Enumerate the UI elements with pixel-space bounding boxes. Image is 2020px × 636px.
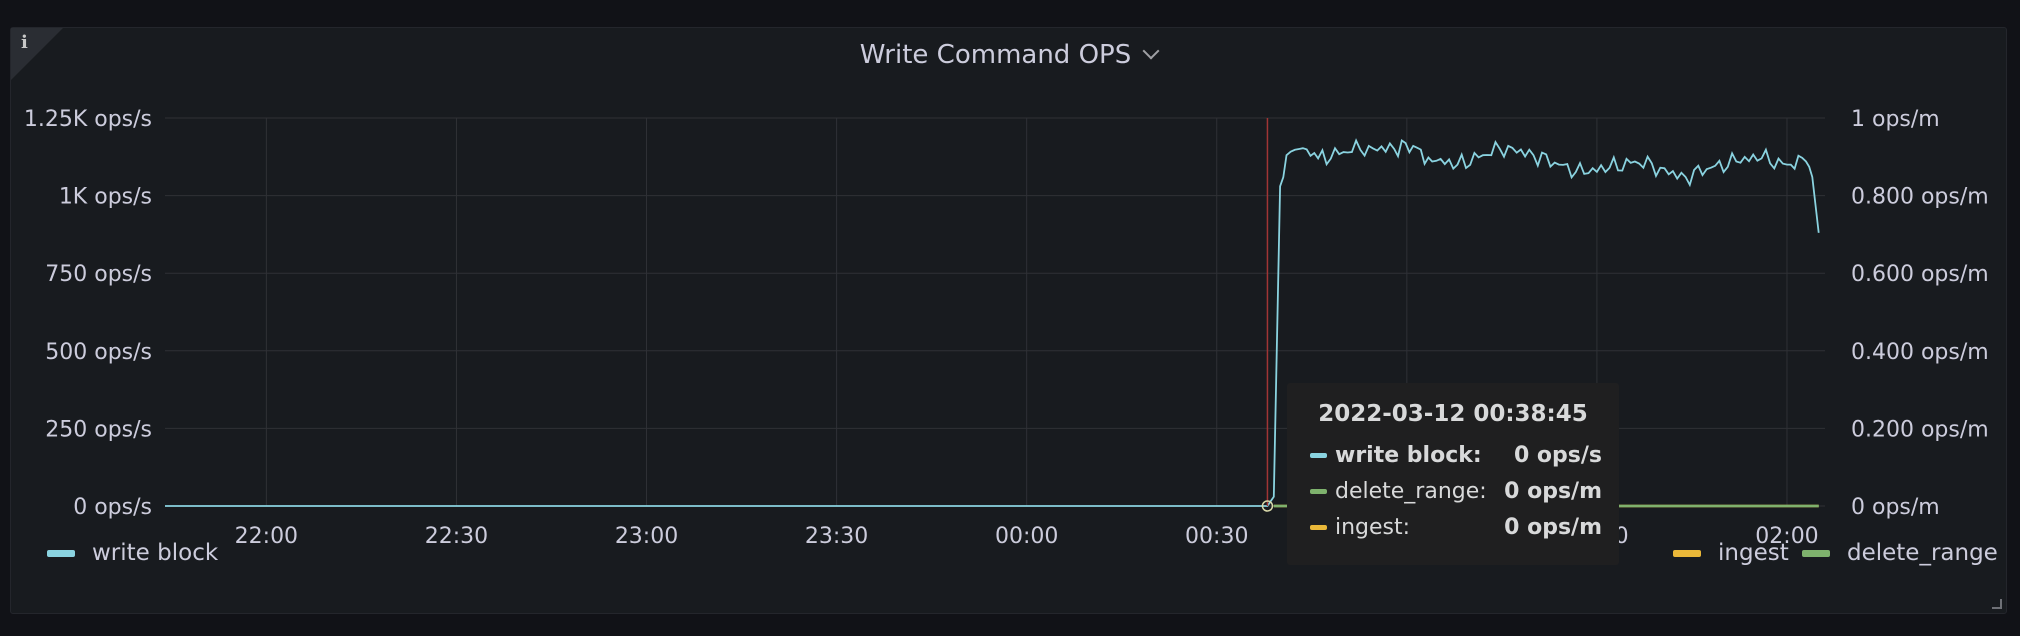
x-tick: 23:00 bbox=[615, 524, 678, 549]
legend-swatch bbox=[47, 549, 75, 557]
tooltip-value: 0 ops/s bbox=[1513, 443, 1602, 468]
legend-label: write block bbox=[92, 540, 219, 566]
y-tick-right: 1 ops/m bbox=[1851, 107, 1940, 132]
tooltip-time: 2022-03-12 00:38:45 bbox=[1318, 401, 1588, 427]
y-tick-right: 0 ops/m bbox=[1851, 495, 1940, 520]
x-tick: 22:00 bbox=[235, 524, 298, 549]
y-tick-left: 1.25K ops/s bbox=[24, 107, 152, 132]
legend-item-ingest[interactable]: ingest bbox=[1673, 540, 1789, 566]
legend-label: ingest bbox=[1718, 540, 1789, 566]
tooltip-row-delete-range: delete_range: 0 ops/m bbox=[1310, 479, 1602, 504]
y-tick-right: 0.200 ops/m bbox=[1851, 417, 1989, 442]
y-tick-right: 0.800 ops/m bbox=[1851, 185, 1989, 210]
graph-tooltip: 2022-03-12 00:38:45 write block: 0 ops/s… bbox=[1287, 383, 1619, 565]
y-tick-left: 500 ops/s bbox=[45, 340, 152, 365]
x-tick: 00:30 bbox=[1185, 524, 1248, 549]
legend-swatch bbox=[1802, 549, 1830, 557]
legend-item-delete-range[interactable]: delete_range bbox=[1802, 540, 1998, 566]
y-tick-right: 0.400 ops/m bbox=[1851, 340, 1989, 365]
x-tick: 22:30 bbox=[425, 524, 488, 549]
x-tick: 00:00 bbox=[995, 524, 1058, 549]
tooltip-swatch bbox=[1310, 525, 1327, 530]
y-tick-left: 0 ops/s bbox=[73, 495, 152, 520]
legend-item-write-block[interactable]: write block bbox=[47, 540, 218, 566]
tooltip-row-write-block: write block: 0 ops/s bbox=[1310, 443, 1602, 468]
tooltip-swatch bbox=[1310, 453, 1327, 458]
y-tick-left: 1K ops/s bbox=[59, 185, 152, 210]
tooltip-label: write block: bbox=[1335, 443, 1482, 468]
x-tick: 23:30 bbox=[805, 524, 868, 549]
tooltip-value: 0 ops/m bbox=[1504, 479, 1602, 504]
tooltip-swatch bbox=[1310, 489, 1327, 494]
tooltip-label: delete_range: bbox=[1335, 479, 1487, 504]
y-tick-left: 250 ops/s bbox=[45, 417, 152, 442]
tooltip-label: ingest: bbox=[1335, 515, 1411, 540]
legend-swatch bbox=[1673, 549, 1701, 557]
y-tick-left: 750 ops/s bbox=[45, 262, 152, 287]
legend-label: delete_range bbox=[1847, 540, 1998, 566]
y-tick-right: 0.600 ops/m bbox=[1851, 262, 1989, 287]
tooltip-value: 0 ops/m bbox=[1504, 515, 1602, 540]
tooltip-row-ingest: ingest: 0 ops/m bbox=[1310, 515, 1602, 540]
